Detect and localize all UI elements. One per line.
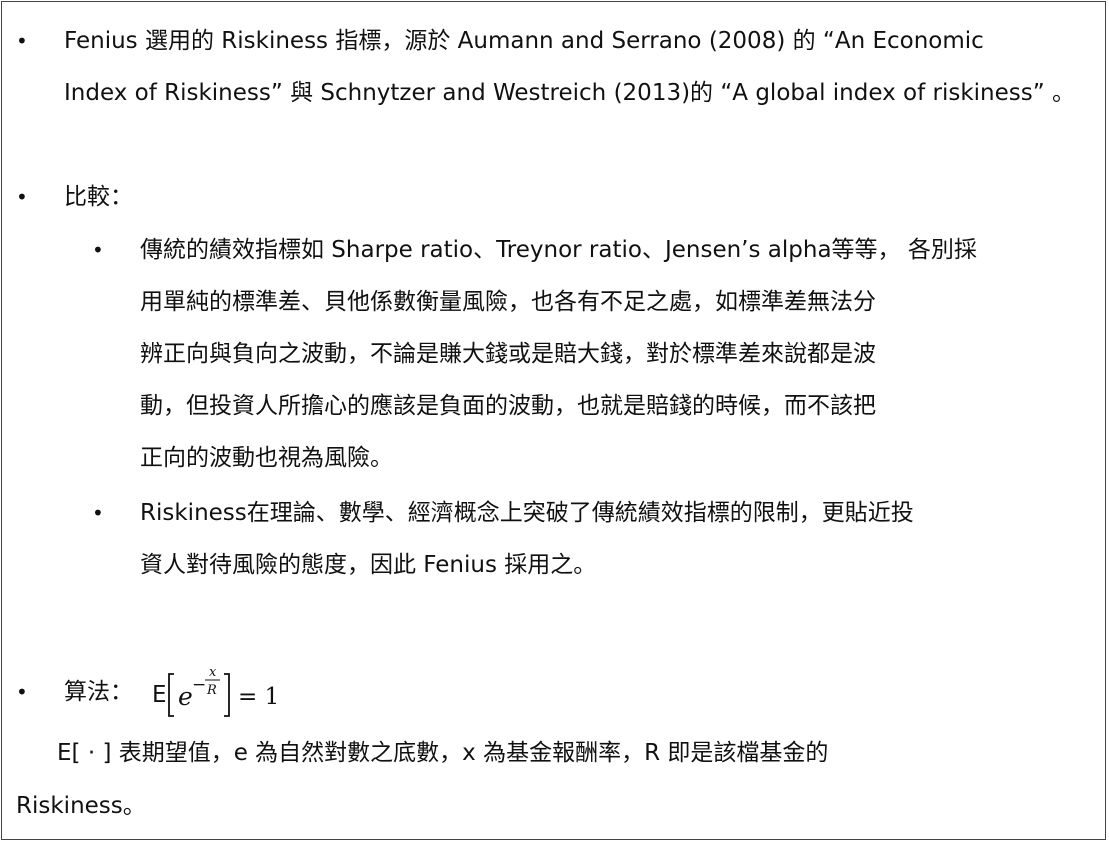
text-line: 用單純的標準差、貝他係數衡量風險，也各有不足之處，如標準差無法分: [140, 289, 876, 315]
text-line: E[ · ] 表期望值，e 為自然對數之底數，x 為基金報酬率，R 即是該檔基金…: [57, 740, 829, 766]
formula-numerator: x: [209, 665, 217, 680]
bullet-marker: •: [16, 29, 28, 53]
section-heading: 比較：: [64, 184, 133, 210]
bullet-marker: •: [16, 680, 28, 704]
text-line: Riskiness。: [16, 793, 146, 819]
text-line: Riskiness在理論、數學、經濟概念上突破了傳統績效指標的限制，更貼近投: [140, 500, 914, 526]
text-line: 正向的波動也視為風險。: [140, 445, 393, 471]
formula-label: 算法：: [64, 679, 133, 705]
formula-minus: −: [192, 675, 206, 695]
text-line: 動，但投資人所擔心的應該是負面的波動，也就是賠錢的時候，而不該把: [140, 393, 876, 419]
right-bracket: [224, 673, 230, 717]
formula-equals: = 1: [238, 684, 279, 710]
sub-bullet-marker: •: [92, 238, 104, 262]
text-line: 傳統的績效指標如 Sharpe ratio、Treynor ratio、Jens…: [140, 237, 977, 263]
sub-bullet-marker: •: [92, 501, 104, 525]
formula-expectation: E: [152, 682, 167, 708]
text-line: 辨正向與負向之波動，不論是賺大錢或是賠大錢，對於標準差來說都是波: [140, 341, 876, 367]
riskiness-formula: E e − x R = 1: [152, 665, 279, 717]
left-bracket: [168, 673, 174, 717]
text-line: Index of Riskiness” 與 Schnytzer and West…: [64, 80, 1075, 106]
bullet-marker: •: [16, 185, 28, 209]
document-frame: • Fenius 選用的 Riskiness 指標，源於 Aumann and …: [1, 1, 1106, 840]
formula-base: e: [178, 682, 193, 711]
text-line: 資人對待風險的態度，因此 Fenius 採用之。: [140, 552, 597, 578]
text-line: Fenius 選用的 Riskiness 指標，源於 Aumann and Se…: [64, 28, 984, 54]
formula-denominator: R: [206, 683, 217, 698]
